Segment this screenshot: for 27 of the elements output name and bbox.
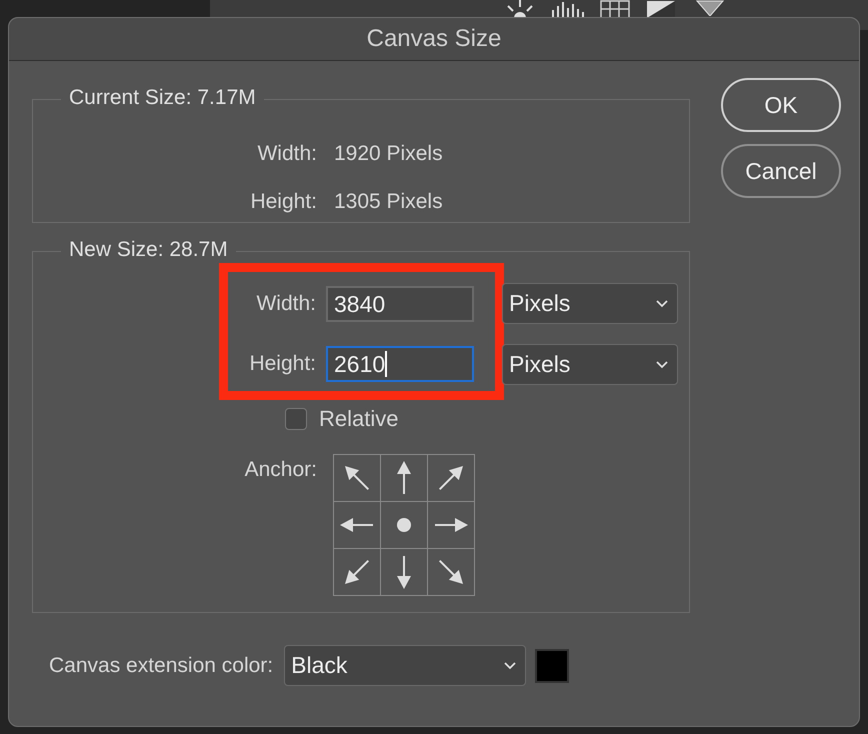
chevron-down-icon: [655, 298, 669, 308]
number-field[interactable]: 3840: [326, 286, 474, 322]
anchor-cell[interactable]: [381, 502, 427, 548]
histogram-icon[interactable]: [550, 0, 586, 18]
field-label: Height:: [248, 352, 316, 376]
field-label: Width:: [256, 142, 317, 166]
exposure-icon[interactable]: [646, 0, 676, 18]
size-value: 1920 Pixels: [334, 142, 443, 166]
field-label: Anchor:: [244, 458, 317, 482]
size-value: 1305 Pixels: [334, 190, 443, 214]
cancel-button[interactable]: Cancel: [721, 144, 841, 198]
color-dropdown[interactable]: Black: [284, 645, 526, 686]
unit-dropdown[interactable]: Pixels: [502, 344, 678, 385]
field-label: Canvas extension color:: [49, 654, 274, 678]
color-swatch[interactable]: [535, 648, 570, 682]
checkbox[interactable]: [285, 408, 307, 430]
unit-dropdown[interactable]: Pixels: [502, 283, 678, 324]
curves-grid-icon[interactable]: [600, 0, 630, 18]
chevron-down-icon: [655, 360, 669, 370]
ok-button[interactable]: OK: [721, 78, 841, 132]
number-field[interactable]: 2610: [326, 346, 474, 382]
gradient-triangle-icon[interactable]: [696, 0, 724, 16]
chevron-down-icon: [503, 660, 518, 670]
checkbox-label: Relative: [319, 406, 398, 432]
field-label: Width:: [255, 292, 316, 316]
window-title: Canvas Size: [366, 25, 502, 53]
field-label: Height:: [249, 190, 317, 214]
